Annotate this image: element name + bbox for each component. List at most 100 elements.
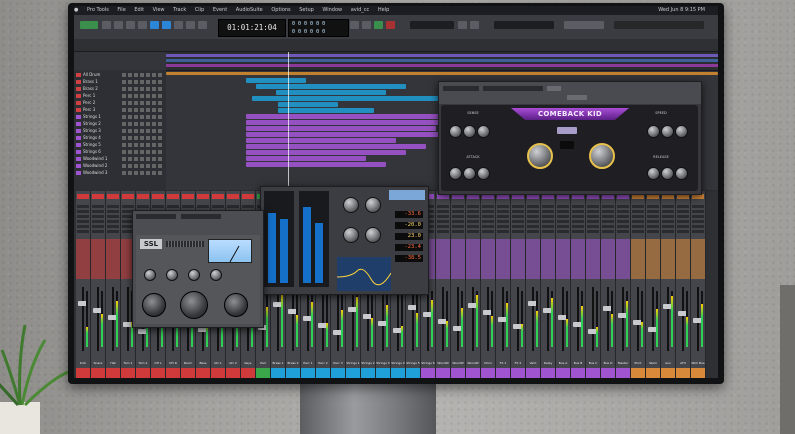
midi-clip[interactable] <box>246 126 436 131</box>
insert-slot[interactable] <box>212 205 224 208</box>
insert-slot[interactable] <box>647 215 659 218</box>
send-panel[interactable] <box>556 239 570 279</box>
insert-slot[interactable] <box>452 210 464 213</box>
track-name[interactable]: Strings 6 <box>83 149 101 155</box>
track-controls[interactable] <box>122 94 162 98</box>
send-panel[interactable] <box>541 239 555 279</box>
insert-slot[interactable] <box>512 215 524 218</box>
track-row[interactable]: Woodwind 1 <box>74 156 166 162</box>
plugin-window-meter-compressor[interactable]: -33.6 -20.0 23.0 -23.4 -38.5 <box>260 186 429 295</box>
output-knob[interactable] <box>224 293 248 317</box>
insert-slot[interactable] <box>557 215 569 218</box>
insert-slot[interactable] <box>452 230 464 233</box>
tempo-display[interactable] <box>410 21 454 29</box>
send-panel[interactable] <box>466 239 480 279</box>
edit-window-tools[interactable] <box>564 21 604 29</box>
midi-clip[interactable] <box>246 156 366 161</box>
strip-name[interactable]: Perc 1 <box>301 359 315 368</box>
knob[interactable] <box>210 269 222 281</box>
track-name[interactable]: Strings 2 <box>83 121 101 127</box>
strip-name[interactable]: Tom 2 <box>136 359 150 368</box>
send-panel[interactable] <box>451 239 465 279</box>
insert-slot[interactable] <box>122 205 134 208</box>
insert-slot[interactable] <box>602 205 614 208</box>
insert-slot[interactable] <box>77 225 89 228</box>
track-name[interactable]: Perc 2 <box>83 100 95 106</box>
insert-slot[interactable] <box>692 225 704 228</box>
strip-name[interactable]: Tom 1 <box>121 359 135 368</box>
send-panel[interactable] <box>91 239 105 279</box>
insert-slot[interactable] <box>512 225 524 228</box>
knob[interactable] <box>675 125 688 138</box>
strip-name[interactable]: Bus A <box>556 359 570 368</box>
insert-slot[interactable] <box>602 225 614 228</box>
track-row[interactable]: Strings 5 <box>74 142 166 148</box>
insert-slot[interactable] <box>527 215 539 218</box>
menu-item[interactable]: AudioSuite <box>236 7 263 13</box>
channel-strip[interactable]: WoodW 2 <box>451 191 466 378</box>
insert-slot[interactable] <box>467 210 479 213</box>
knob[interactable] <box>647 167 660 180</box>
knob[interactable] <box>675 167 688 180</box>
insert-slot[interactable] <box>242 205 254 208</box>
insert-slot[interactable] <box>182 205 194 208</box>
insert-slot[interactable] <box>197 205 209 208</box>
channel-strip[interactable]: Stem <box>646 191 661 378</box>
strip-name[interactable]: Strings 1 <box>346 359 360 368</box>
grabber-tool-icon[interactable] <box>150 21 159 29</box>
track-name[interactable]: Strings 1 <box>83 114 101 120</box>
insert-slot[interactable] <box>542 220 554 223</box>
record-icon[interactable] <box>386 21 395 29</box>
compare-button[interactable] <box>547 86 561 91</box>
channel-strip[interactable]: Mstr Bus <box>691 191 706 378</box>
channel-strip[interactable]: Verb <box>526 191 541 378</box>
menu-item[interactable]: File <box>117 7 125 13</box>
audio-clip[interactable] <box>276 90 386 95</box>
track-row[interactable]: Woodwind 3 <box>74 170 166 176</box>
insert-slot[interactable] <box>452 220 464 223</box>
strip-name[interactable]: Strings 2 <box>361 359 375 368</box>
track-name[interactable]: Perc 3 <box>83 107 95 113</box>
track-name[interactable]: Strings 3 <box>83 128 101 134</box>
release-knob[interactable] <box>365 227 381 243</box>
timeline-ruler[interactable] <box>166 52 718 71</box>
channel-strip[interactable]: Snare <box>91 191 106 378</box>
insert-slot[interactable] <box>467 225 479 228</box>
insert-slot[interactable] <box>572 210 584 213</box>
menu-item[interactable]: avid_cc <box>351 7 370 13</box>
track-row[interactable]: Strings 2 <box>74 121 166 127</box>
insert-slot[interactable] <box>542 215 554 218</box>
insert-slot[interactable] <box>77 220 89 223</box>
insert-slot[interactable] <box>587 210 599 213</box>
strip-name[interactable]: Gtr 1 <box>211 359 225 368</box>
insert-slot[interactable] <box>692 220 704 223</box>
plugin-window-comeback-kid[interactable]: COMEBACK KID SENSE SPEED ATTACK RELEASE <box>438 81 702 195</box>
insert-slot[interactable] <box>677 225 689 228</box>
insert-slot[interactable] <box>527 210 539 213</box>
track-name[interactable]: Strings 5 <box>83 142 101 148</box>
channel-strip[interactable]: Hat <box>106 191 121 378</box>
insert-slot[interactable] <box>77 230 89 233</box>
track-name[interactable]: Woodwind 3 <box>83 170 107 176</box>
insert-slot[interactable] <box>647 225 659 228</box>
strip-name[interactable]: Strings 5 <box>406 359 420 368</box>
track-name[interactable]: Woodwind 1 <box>83 156 107 162</box>
insert-slot[interactable] <box>452 215 464 218</box>
strip-name[interactable]: Snare <box>91 359 105 368</box>
knob[interactable] <box>463 125 476 138</box>
midi-clip[interactable] <box>246 138 396 143</box>
insert-slot[interactable] <box>527 220 539 223</box>
send-panel[interactable] <box>661 239 675 279</box>
strip-name[interactable]: Verb <box>526 359 540 368</box>
send-panel[interactable] <box>586 239 600 279</box>
insert-slot[interactable] <box>542 230 554 233</box>
insert-slot[interactable] <box>617 220 629 223</box>
insert-slot[interactable] <box>77 205 89 208</box>
insert-slot[interactable] <box>482 220 494 223</box>
midi-clip[interactable] <box>246 162 386 167</box>
knob[interactable] <box>463 167 476 180</box>
send-panel[interactable] <box>436 239 450 279</box>
insert-slot[interactable] <box>632 210 644 213</box>
send-panel[interactable] <box>106 239 120 279</box>
attack-knob[interactable] <box>343 227 359 243</box>
